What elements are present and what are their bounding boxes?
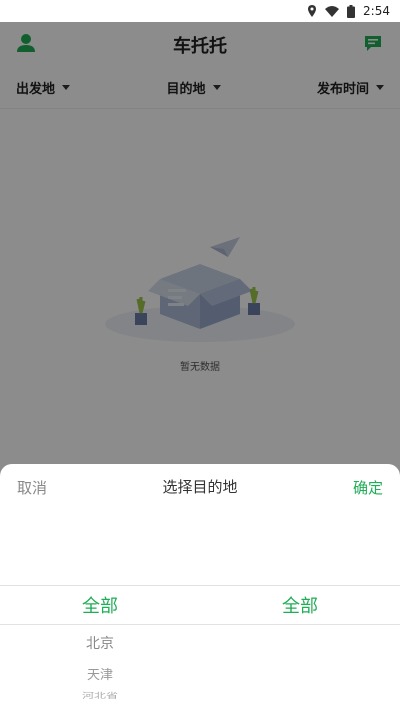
picker-option[interactable]: 北京 [0, 633, 200, 653]
wifi-icon [325, 5, 340, 17]
status-time: 2:54 [363, 4, 390, 18]
confirm-button[interactable]: 确定 [353, 477, 383, 498]
cancel-button[interactable]: 取消 [17, 477, 47, 498]
picker-option-selected[interactable]: 全部 [200, 592, 400, 618]
sheet-title: 选择目的地 [162, 477, 238, 496]
picker-option[interactable]: 天津 [0, 664, 200, 683]
city-column[interactable]: 全部 [200, 508, 400, 710]
picker-wheel[interactable]: 全部 北京 天津 河北省 全部 [0, 508, 400, 710]
location-icon [307, 5, 317, 17]
province-column[interactable]: 全部 北京 天津 河北省 [0, 508, 200, 710]
picker-option[interactable]: 河北省 [0, 690, 200, 700]
destination-picker-sheet: 取消 选择目的地 确定 全部 北京 天津 河北省 全部 [0, 464, 400, 710]
sheet-header: 取消 选择目的地 确定 [0, 464, 400, 508]
status-bar: 2:54 [0, 0, 400, 22]
picker-option-selected[interactable]: 全部 [0, 592, 200, 618]
battery-icon [347, 4, 356, 18]
